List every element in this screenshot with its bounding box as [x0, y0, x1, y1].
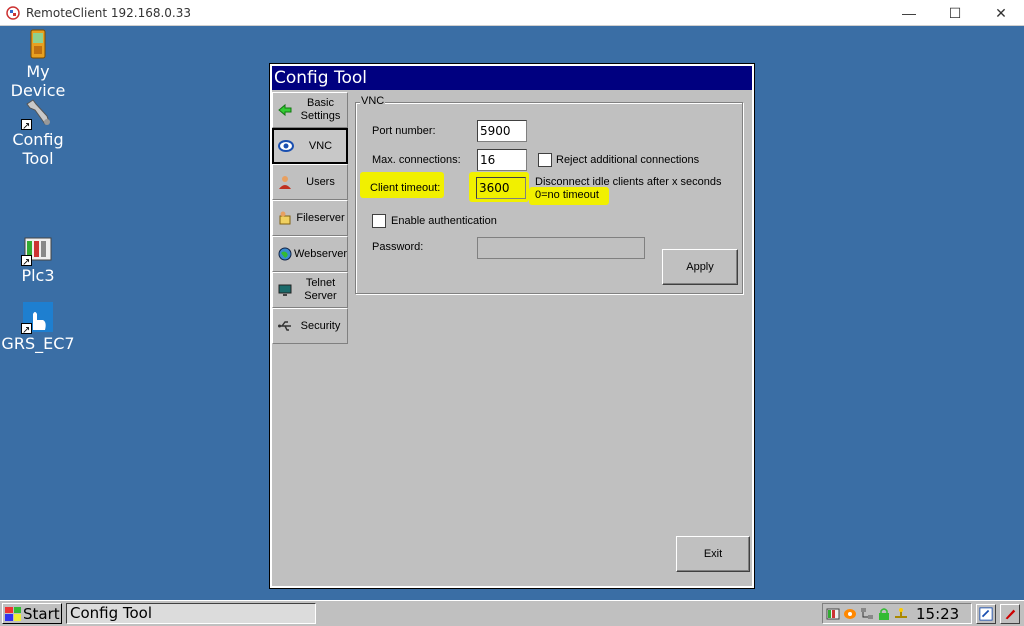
globe-icon [276, 246, 294, 262]
usb-icon [276, 318, 294, 334]
plc-tray-icon[interactable] [826, 607, 840, 621]
tab-label: VNC [308, 139, 333, 152]
vnc-groupbox: VNC Port number: 5900 Max. connections: … [355, 95, 743, 294]
groupbox-legend: VNC [360, 95, 386, 107]
tab-webserver[interactable]: Webserver [272, 236, 348, 272]
config-tool-window: Config Tool Basic Settings VNC Users File… [269, 63, 755, 589]
max-connections-input[interactable]: 16 [477, 149, 527, 171]
desktop-icon-label: GRS_EC7 [1, 334, 75, 353]
shortcut-arrow-icon [21, 321, 32, 340]
desktop-icon-config-tool[interactable]: ConfigTool [0, 96, 76, 168]
shortcut-arrow-icon [21, 117, 32, 136]
side-tabs: Basic Settings VNC Users Fileserver Webse… [272, 92, 348, 344]
lock-icon[interactable] [877, 607, 891, 621]
desktop-icon-label: Config Tool [12, 130, 64, 168]
port-number-label: Port number: [372, 125, 436, 137]
tab-telnet-server[interactable]: Telnet Server [272, 272, 348, 308]
taskbar-item-config-tool[interactable]: Config Tool [66, 603, 316, 624]
monitor-icon [276, 282, 294, 298]
remoteclient-icon [6, 5, 20, 20]
tab-label: Security [300, 319, 341, 332]
tab-fileserver[interactable]: Fileserver [272, 200, 348, 236]
reject-connections-label: Reject additional connections [556, 154, 700, 166]
close-button[interactable]: ✕ [978, 0, 1024, 26]
password-label: Password: [372, 241, 424, 253]
enable-authentication-label: Enable authentication [391, 215, 497, 227]
plc-icon [21, 232, 55, 272]
fileserver-icon [276, 210, 294, 226]
apply-button[interactable]: Apply [662, 249, 738, 285]
tab-basic-settings[interactable]: Basic Settings [272, 92, 348, 128]
windows-flag-icon [5, 606, 21, 621]
port-number-input[interactable]: 5900 [477, 120, 527, 142]
host-titlebar[interactable]: RemoteClient 192.168.0.33 — ☐ ✕ [0, 0, 1024, 26]
network-icon[interactable] [860, 607, 874, 621]
tab-label: Fileserver [296, 211, 345, 224]
window-title[interactable]: Config Tool [272, 66, 752, 90]
tab-vnc[interactable]: VNC [272, 128, 348, 164]
host-title: RemoteClient 192.168.0.33 [26, 5, 192, 20]
green-arrow-icon [276, 102, 294, 118]
user-icon [276, 174, 294, 190]
vnc-eye-icon[interactable] [843, 607, 857, 621]
desktop-switch-icon[interactable] [976, 604, 996, 624]
start-label: Start [23, 604, 60, 623]
system-tray: 15:23 [822, 603, 972, 624]
tab-label: Webserver [294, 247, 347, 260]
reject-connections-checkbox[interactable] [538, 153, 552, 167]
start-button[interactable]: Start [2, 603, 62, 624]
pen-icon[interactable] [1000, 604, 1020, 624]
usb-device-icon[interactable] [894, 607, 908, 621]
desktop-icon-my-device[interactable]: My Device [0, 28, 76, 100]
password-input[interactable] [477, 237, 645, 259]
tab-security[interactable]: Security [272, 308, 348, 344]
desktop-icon-label: My Device [10, 62, 66, 100]
exit-button[interactable]: Exit [676, 536, 750, 572]
clock[interactable]: 15:23 [916, 605, 959, 623]
enable-authentication-checkbox[interactable] [372, 214, 386, 228]
desktop-icon-grs-ec7[interactable]: GRS_EC7 [0, 300, 76, 353]
touch-hand-icon [21, 300, 55, 340]
tab-label: Basic Settings [300, 97, 341, 122]
tab-users[interactable]: Users [272, 164, 348, 200]
timeout-hint-line2: 0=no timeout [535, 189, 599, 201]
tab-label: Users [306, 175, 335, 188]
handheld-device-icon [21, 28, 55, 62]
desktop-icon-plc3[interactable]: Plc3 [0, 232, 76, 285]
tab-label: Telnet Server [304, 277, 337, 302]
client-timeout-input[interactable]: 3600 [476, 177, 526, 199]
wrench-icon [21, 96, 55, 136]
taskbar: Start Config Tool 15:23 [0, 600, 1024, 626]
client-timeout-label: Client timeout: [370, 182, 441, 194]
max-connections-label: Max. connections: [372, 154, 461, 166]
shortcut-arrow-icon [21, 253, 32, 272]
minimize-button[interactable]: — [886, 0, 932, 26]
maximize-button[interactable]: ☐ [932, 0, 978, 26]
vnc-eye-icon [277, 138, 295, 154]
